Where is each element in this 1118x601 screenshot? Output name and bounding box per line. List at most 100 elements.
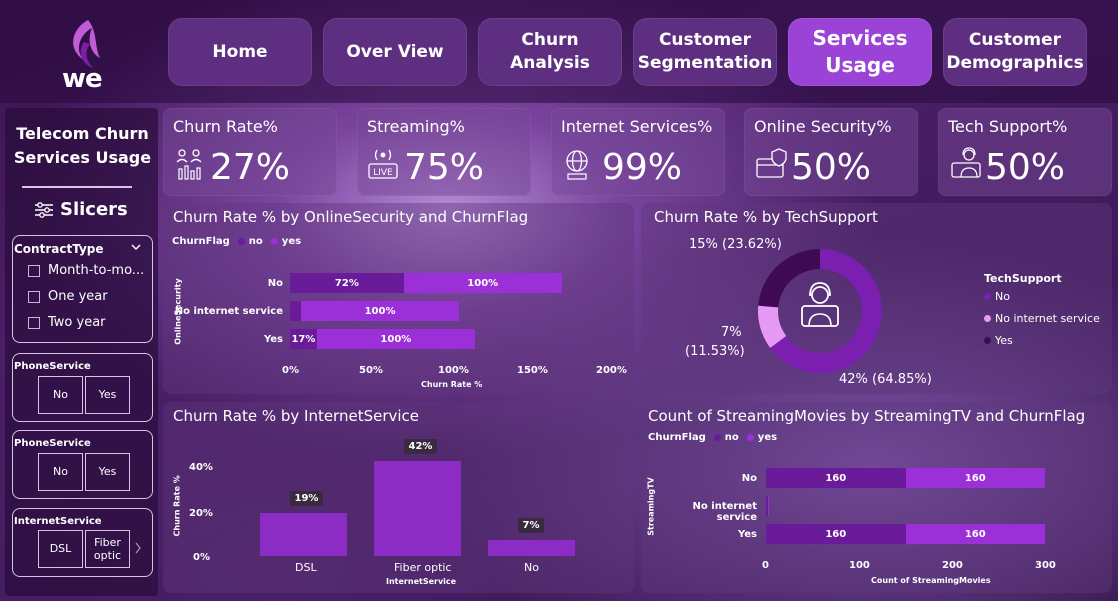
chevron-right-icon[interactable] <box>134 541 142 555</box>
phone-service-2-yes-button[interactable]: Yes <box>85 453 130 491</box>
bar-no-2[interactable]: 160 <box>766 524 906 544</box>
checkbox[interactable] <box>28 290 40 303</box>
contract-option-one-year[interactable]: One year <box>28 289 108 304</box>
phone-service-2-no-button[interactable]: No <box>38 453 83 491</box>
churn-people-icon <box>176 149 202 180</box>
nav-services-usage-button[interactable]: Services Usage <box>788 18 932 86</box>
legend-item-no: No <box>984 290 1010 303</box>
phone-service-title: PhoneService <box>14 361 91 372</box>
bar-no-0[interactable]: 72% <box>290 273 404 293</box>
kpi-label: Online Security% <box>754 117 892 136</box>
category-label: No internet service <box>692 501 757 523</box>
internet-service-dsl-button[interactable]: DSL <box>38 530 83 568</box>
globe-icon <box>566 150 588 180</box>
legend-dot-yes <box>746 434 754 441</box>
kpi-value: 50% <box>985 147 1066 188</box>
legend-item-yes: Yes <box>984 334 1013 347</box>
x-tick: 150% <box>517 365 548 376</box>
nav-home-button[interactable]: Home <box>168 18 312 86</box>
column-2[interactable] <box>488 540 575 556</box>
bar-no-0[interactable]: 160 <box>766 468 906 488</box>
legend-dot-no <box>237 238 245 245</box>
legend-title: TechSupport <box>984 272 1062 285</box>
donut-chart <box>758 249 882 373</box>
x-axis-title: Churn Rate % <box>421 380 483 389</box>
nav-churn-analysis-button[interactable]: Churn Analysis <box>478 18 622 86</box>
phone-service-no-button[interactable]: No <box>38 376 83 414</box>
kpi-card-internet-services: Internet Services% 99% <box>551 108 725 196</box>
kpi-value: 75% <box>404 147 485 188</box>
y-tick: 40% <box>189 462 213 473</box>
column-data-label: 42% <box>403 439 438 455</box>
kpi-card-churn-rate: Churn Rate% 27% <box>163 108 337 196</box>
category-label: No <box>267 278 283 289</box>
x-tick: 50% <box>359 365 383 376</box>
checkbox[interactable] <box>28 264 40 277</box>
bar-yes-0[interactable]: 100% <box>403 273 562 293</box>
security-card-icon <box>756 148 787 178</box>
x-tick: DSL <box>295 561 317 574</box>
slicers-header: Slicers <box>34 199 128 220</box>
bar-yes-2[interactable]: 160 <box>905 524 1045 544</box>
legend-dot-no <box>713 434 721 441</box>
chart-title: Churn Rate % by TechSupport <box>654 208 878 226</box>
contract-type-title: ContractType <box>14 242 104 256</box>
slice-label-yes: 15% (23.62%) <box>689 237 782 252</box>
legend-item-yes: yes <box>757 432 778 443</box>
x-axis-title: InternetService <box>386 577 457 586</box>
live-stream-icon: LIVE <box>368 149 398 179</box>
column-data-label: 7% <box>517 518 545 534</box>
phone-service-title-2: PhoneService <box>14 438 91 449</box>
bar-no-1[interactable] <box>290 301 302 321</box>
sidebar-title: Telecom Churn Services Usage <box>13 124 152 167</box>
donut-slice-2[interactable] <box>758 249 820 308</box>
bar-yes-1[interactable] <box>767 496 770 516</box>
bar-yes-2[interactable]: 100% <box>316 329 475 349</box>
x-tick: 300 <box>1035 560 1056 571</box>
slice-label-no-internet-b: (11.53%) <box>685 344 745 359</box>
slice-label-no: 42% (64.85%) <box>839 372 932 387</box>
legend-item-no-internet: No internet service <box>984 312 1100 325</box>
category-label: Yes <box>263 334 283 345</box>
kpi-label: Tech Support% <box>948 117 1068 136</box>
legend-item-no: no <box>724 432 739 443</box>
column-data-label: 19% <box>289 491 324 507</box>
x-tick: 100 <box>849 560 870 571</box>
x-tick: 200% <box>596 365 627 376</box>
y-tick: 20% <box>189 508 213 519</box>
nav-customer-segmentation-button[interactable]: Customer Segmentation <box>633 18 777 86</box>
internet-service-fiber-button[interactable]: Fiber optic <box>85 530 130 568</box>
chart-title: Churn Rate % by InternetService <box>173 407 420 425</box>
nav-customer-demographics-button[interactable]: Customer Demographics <box>943 18 1087 86</box>
bar-no-2[interactable]: 17% <box>290 329 317 349</box>
kpi-label: Internet Services% <box>561 117 713 136</box>
x-tick: No <box>524 561 539 574</box>
x-tick: 0% <box>282 365 299 376</box>
x-tick: 200 <box>942 560 963 571</box>
column-0[interactable] <box>260 513 347 556</box>
chart-legend: ChurnFlag no yes <box>648 432 777 443</box>
internet-service-title: InternetService <box>14 516 102 527</box>
contract-option-month[interactable]: Month-to-mo... <box>28 263 144 278</box>
phone-service-yes-button[interactable]: Yes <box>85 376 130 414</box>
x-tick: 100% <box>438 365 469 376</box>
y-tick: 0% <box>193 552 210 563</box>
option-label: One year <box>48 289 108 304</box>
chart-legend: ChurnFlag no yes <box>172 236 301 247</box>
x-tick: Fiber optic <box>394 561 452 574</box>
sidebar-divider <box>22 186 132 188</box>
slice-label-no-internet-a: 7% <box>721 325 742 340</box>
nav-overview-button[interactable]: Over View <box>323 18 467 86</box>
svg-text:LIVE: LIVE <box>373 168 393 178</box>
contract-option-two-year[interactable]: Two year <box>28 315 106 330</box>
online-security-chart: Churn Rate % by OnlineSecurity and Churn… <box>163 203 634 394</box>
brand-logo-text: we <box>62 64 103 94</box>
kpi-card-tech-support: Tech Support% 50% <box>938 108 1112 196</box>
kpi-card-streaming: Streaming% LIVE 75% <box>357 108 531 196</box>
category-label: Yes <box>737 529 757 540</box>
checkbox[interactable] <box>28 316 40 329</box>
column-1[interactable] <box>374 461 461 556</box>
bar-yes-0[interactable]: 160 <box>905 468 1045 488</box>
bar-yes-1[interactable]: 100% <box>301 301 460 321</box>
chevron-down-icon[interactable] <box>130 242 142 252</box>
